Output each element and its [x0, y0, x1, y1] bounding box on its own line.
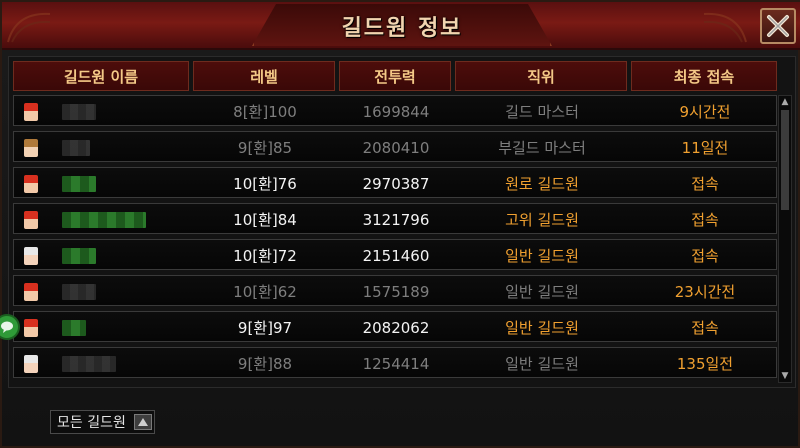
member-name-redacted: [62, 176, 96, 192]
table-row[interactable]: 10[환]84 3121796 고위 길드원 접속: [13, 203, 777, 234]
member-role: 일반 길드원: [505, 247, 579, 265]
member-level: 9[환]85: [237, 139, 293, 157]
avatar: [24, 355, 38, 373]
member-role: 일반 길드원: [505, 319, 579, 337]
member-level: 8[환]100: [233, 103, 297, 121]
header-last-login[interactable]: 최종 접속: [631, 61, 777, 91]
member-role: 원로 길드원: [505, 175, 579, 193]
scroll-thumb[interactable]: [781, 110, 789, 210]
guild-member-window: 길드원 정보 길드원 이름 레벨 전투력 직위 최종 접속 8[환]100 169…: [0, 0, 800, 448]
member-last-login: 접속: [691, 211, 719, 229]
table-row[interactable]: 9[환]85 2080410 부길드 마스터 11일전: [13, 131, 777, 162]
avatar: [24, 139, 38, 157]
member-last-login: 접속: [691, 175, 719, 193]
table-row[interactable]: 10[환]62 1575189 일반 길드원 23시간전: [13, 275, 777, 306]
member-role: 일반 길드원: [505, 355, 579, 373]
member-power: 1699844: [362, 102, 430, 121]
table-row[interactable]: 10[환]72 2151460 일반 길드원 접속: [13, 239, 777, 270]
member-name-redacted: [62, 284, 96, 300]
member-role: 부길드 마스터: [498, 139, 586, 157]
member-level: 10[환]72: [233, 247, 297, 265]
chat-icon-glyph: [1, 321, 13, 333]
avatar: [24, 247, 38, 265]
member-last-login: 135일전: [676, 355, 734, 373]
member-power: 2082062: [362, 318, 430, 337]
member-level: 10[환]84: [233, 211, 297, 229]
table-row[interactable]: 8[환]100 1699844 길드 마스터 9시간전: [13, 95, 777, 126]
filter-label: 모든 길드원: [57, 415, 126, 431]
member-level: 10[환]76: [233, 175, 297, 193]
avatar: [24, 319, 38, 337]
table-row[interactable]: 9[환]88 1254414 일반 길드원 135일전: [13, 347, 777, 378]
member-last-login: 9시간전: [679, 103, 731, 121]
title-bar: 길드원 정보: [2, 2, 800, 50]
triangle-down-icon[interactable]: ▼: [779, 370, 791, 382]
header-role[interactable]: 직위: [455, 61, 627, 91]
member-filter-dropdown[interactable]: 모든 길드원: [50, 410, 155, 434]
member-level: 10[환]62: [233, 283, 297, 301]
close-x-icon: [767, 15, 789, 37]
avatar: [24, 175, 38, 193]
header-level[interactable]: 레벨: [193, 61, 335, 91]
ornament-icon: [703, 12, 747, 43]
member-name-redacted: [62, 104, 96, 120]
member-power: 2080410: [362, 138, 430, 157]
member-name-redacted: [62, 320, 86, 336]
member-table: 길드원 이름 레벨 전투력 직위 최종 접속 8[환]100 1699844 길드 …: [8, 56, 796, 388]
table-row[interactable]: 9[환]97 2082062 일반 길드원 접속: [13, 311, 777, 342]
member-power: 2970387: [362, 174, 430, 193]
member-name-redacted: [62, 248, 96, 264]
member-level: 9[환]88: [237, 355, 293, 373]
member-name-redacted: [62, 140, 90, 156]
avatar: [24, 103, 38, 121]
window-title: 길드원 정보: [341, 16, 463, 41]
member-last-login: 11일전: [681, 139, 729, 157]
member-role: 일반 길드원: [505, 283, 579, 301]
member-last-login: 접속: [691, 247, 719, 265]
member-power: 2151460: [362, 246, 430, 265]
member-role: 고위 길드원: [505, 211, 579, 229]
header-name[interactable]: 길드원 이름: [13, 61, 189, 91]
member-power: 3121796: [362, 210, 430, 229]
close-button[interactable]: [760, 8, 796, 44]
scrollbar[interactable]: ▲ ▼: [778, 95, 792, 383]
triangle-up-icon[interactable]: ▲: [779, 96, 791, 108]
member-last-login: 23시간전: [674, 283, 736, 301]
table-row[interactable]: 10[환]76 2970387 원로 길드원 접속: [13, 167, 777, 198]
member-level: 9[환]97: [237, 319, 293, 337]
member-role: 길드 마스터: [505, 103, 579, 121]
triangle-up-icon[interactable]: [133, 414, 152, 430]
member-name-redacted: [62, 356, 116, 372]
avatar: [24, 283, 38, 301]
header-power[interactable]: 전투력: [339, 61, 451, 91]
member-name-redacted: [62, 212, 146, 228]
member-power: 1575189: [362, 282, 430, 301]
member-last-login: 접속: [691, 319, 719, 337]
member-power: 1254414: [362, 354, 430, 373]
avatar: [24, 211, 38, 229]
